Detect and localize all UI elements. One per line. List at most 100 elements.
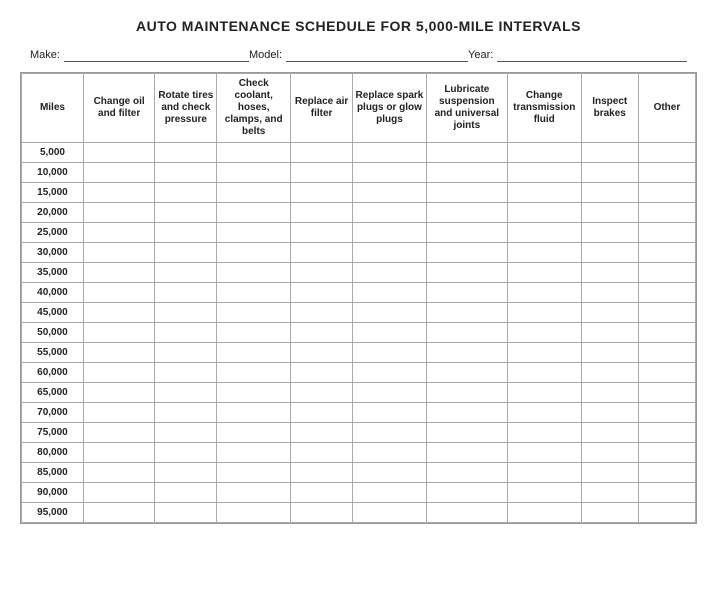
cell-replace-air bbox=[291, 203, 353, 223]
cell-replace-air bbox=[291, 283, 353, 303]
cell-replace-air bbox=[291, 163, 353, 183]
cell-replace-spark bbox=[353, 283, 427, 303]
model-input-line bbox=[286, 48, 468, 62]
cell-inspect-brakes bbox=[581, 343, 638, 363]
cell-change-oil bbox=[83, 223, 154, 243]
table-body: 5,00010,00015,00020,00025,00030,00035,00… bbox=[22, 143, 696, 523]
cell-check-coolant bbox=[217, 283, 291, 303]
cell-other bbox=[638, 303, 695, 323]
cell-miles: 65,000 bbox=[22, 383, 84, 403]
cell-replace-air bbox=[291, 363, 353, 383]
header-fields: Make: Model: Year: bbox=[20, 48, 697, 62]
cell-change-trans bbox=[507, 203, 581, 223]
cell-change-oil bbox=[83, 503, 154, 523]
cell-rotate bbox=[155, 383, 217, 403]
cell-change-trans bbox=[507, 443, 581, 463]
cell-replace-air bbox=[291, 343, 353, 363]
cell-replace-spark bbox=[353, 323, 427, 343]
table-row: 80,000 bbox=[22, 443, 696, 463]
cell-rotate bbox=[155, 303, 217, 323]
cell-inspect-brakes bbox=[581, 223, 638, 243]
cell-inspect-brakes bbox=[581, 283, 638, 303]
cell-change-trans bbox=[507, 283, 581, 303]
cell-other bbox=[638, 263, 695, 283]
cell-inspect-brakes bbox=[581, 403, 638, 423]
cell-replace-air bbox=[291, 223, 353, 243]
cell-change-trans bbox=[507, 323, 581, 343]
cell-replace-spark bbox=[353, 503, 427, 523]
cell-change-oil bbox=[83, 483, 154, 503]
cell-check-coolant bbox=[217, 203, 291, 223]
cell-check-coolant bbox=[217, 503, 291, 523]
year-label: Year: bbox=[468, 49, 493, 61]
cell-miles: 50,000 bbox=[22, 323, 84, 343]
cell-rotate bbox=[155, 203, 217, 223]
table-row: 60,000 bbox=[22, 363, 696, 383]
cell-change-oil bbox=[83, 383, 154, 403]
cell-inspect-brakes bbox=[581, 163, 638, 183]
make-field: Make: bbox=[30, 48, 249, 62]
cell-lubricate bbox=[426, 503, 507, 523]
cell-inspect-brakes bbox=[581, 303, 638, 323]
cell-change-oil bbox=[83, 183, 154, 203]
cell-miles: 45,000 bbox=[22, 303, 84, 323]
cell-replace-air bbox=[291, 263, 353, 283]
cell-inspect-brakes bbox=[581, 503, 638, 523]
cell-lubricate bbox=[426, 223, 507, 243]
cell-other bbox=[638, 243, 695, 263]
cell-miles: 35,000 bbox=[22, 263, 84, 283]
cell-check-coolant bbox=[217, 163, 291, 183]
cell-other bbox=[638, 403, 695, 423]
col-header-change-oil: Change oil and filter bbox=[83, 74, 154, 143]
cell-inspect-brakes bbox=[581, 423, 638, 443]
cell-miles: 40,000 bbox=[22, 283, 84, 303]
cell-inspect-brakes bbox=[581, 323, 638, 343]
cell-change-trans bbox=[507, 343, 581, 363]
cell-inspect-brakes bbox=[581, 143, 638, 163]
cell-other bbox=[638, 503, 695, 523]
cell-check-coolant bbox=[217, 183, 291, 203]
cell-change-oil bbox=[83, 243, 154, 263]
page-title: AUTO MAINTENANCE SCHEDULE FOR 5,000-MILE… bbox=[20, 18, 697, 34]
cell-lubricate bbox=[426, 443, 507, 463]
cell-other bbox=[638, 443, 695, 463]
model-label: Model: bbox=[249, 49, 282, 61]
table-row: 75,000 bbox=[22, 423, 696, 443]
cell-replace-spark bbox=[353, 303, 427, 323]
cell-lubricate bbox=[426, 423, 507, 443]
cell-replace-air bbox=[291, 183, 353, 203]
cell-rotate bbox=[155, 163, 217, 183]
cell-replace-air bbox=[291, 403, 353, 423]
cell-replace-spark bbox=[353, 263, 427, 283]
cell-change-trans bbox=[507, 423, 581, 443]
cell-miles: 15,000 bbox=[22, 183, 84, 203]
col-header-lubricate: Lubricate suspension and uni­versal join… bbox=[426, 74, 507, 143]
maintenance-table-wrapper: Miles Change oil and filter Rotate tires… bbox=[20, 72, 697, 524]
table-row: 30,000 bbox=[22, 243, 696, 263]
cell-lubricate bbox=[426, 383, 507, 403]
cell-check-coolant bbox=[217, 383, 291, 403]
cell-lubricate bbox=[426, 323, 507, 343]
cell-miles: 20,000 bbox=[22, 203, 84, 223]
cell-change-trans bbox=[507, 483, 581, 503]
table-row: 40,000 bbox=[22, 283, 696, 303]
cell-change-oil bbox=[83, 283, 154, 303]
cell-replace-spark bbox=[353, 423, 427, 443]
cell-rotate bbox=[155, 343, 217, 363]
cell-change-trans bbox=[507, 263, 581, 283]
cell-check-coolant bbox=[217, 443, 291, 463]
cell-change-oil bbox=[83, 423, 154, 443]
cell-change-trans bbox=[507, 163, 581, 183]
cell-change-oil bbox=[83, 203, 154, 223]
table-row: 85,000 bbox=[22, 463, 696, 483]
cell-inspect-brakes bbox=[581, 183, 638, 203]
col-header-replace-spark: Replace spark plugs or glow plugs bbox=[353, 74, 427, 143]
cell-change-oil bbox=[83, 443, 154, 463]
cell-replace-spark bbox=[353, 203, 427, 223]
cell-change-oil bbox=[83, 323, 154, 343]
cell-miles: 95,000 bbox=[22, 503, 84, 523]
col-header-change-trans: Change transmission fluid bbox=[507, 74, 581, 143]
cell-lubricate bbox=[426, 283, 507, 303]
cell-check-coolant bbox=[217, 423, 291, 443]
col-header-miles: Miles bbox=[22, 74, 84, 143]
